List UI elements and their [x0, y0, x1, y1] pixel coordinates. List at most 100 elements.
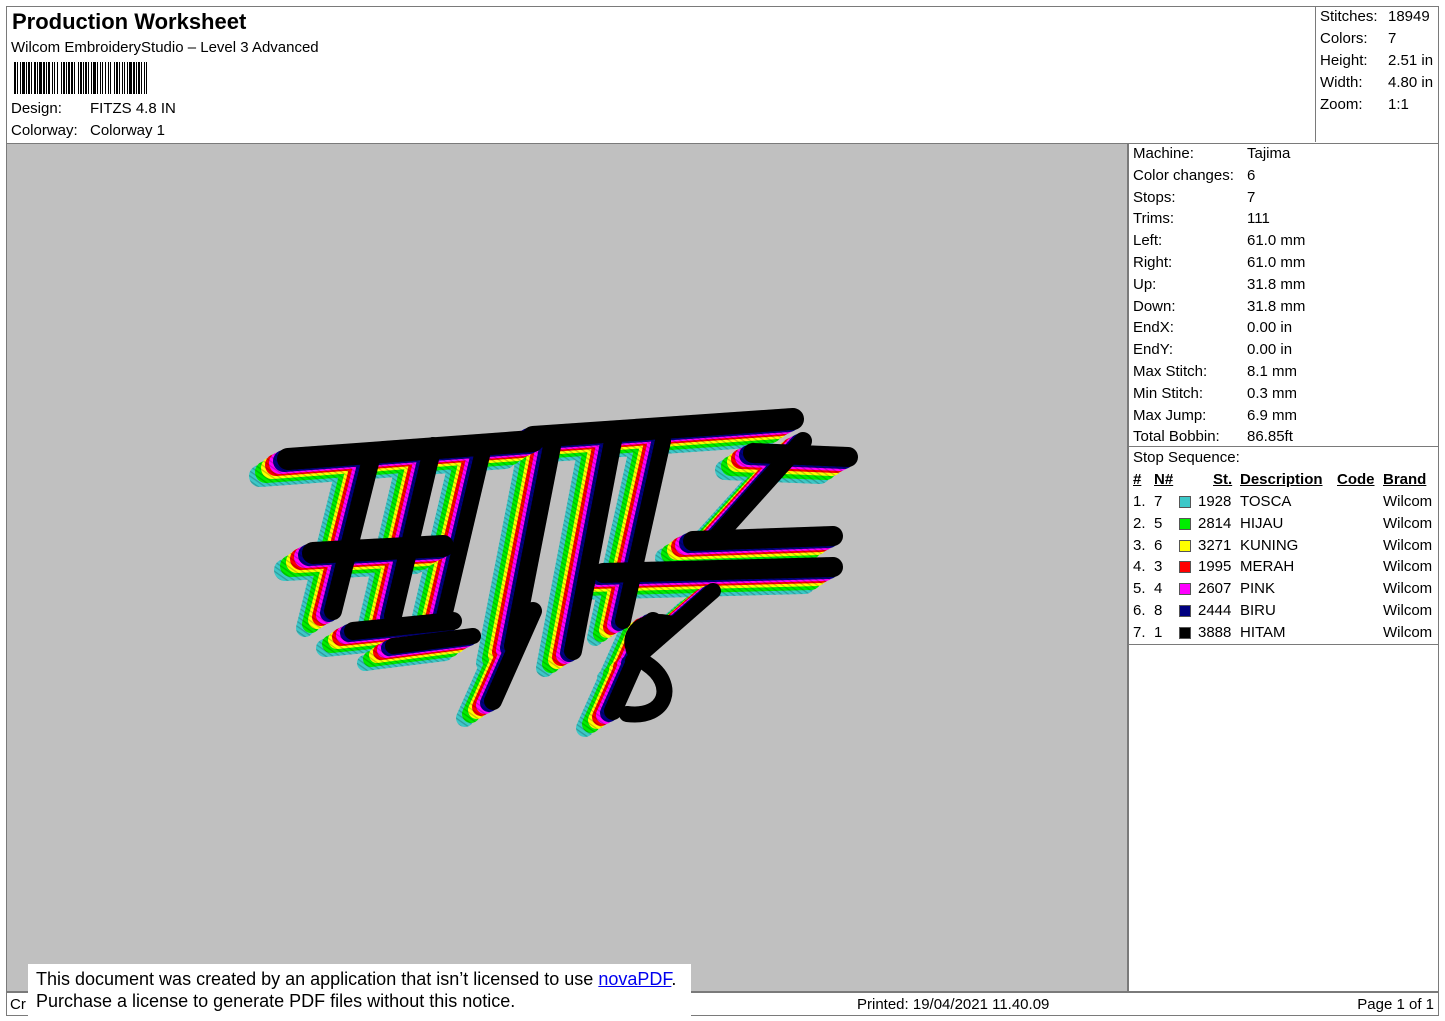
row-brand: Wilcom [1383, 602, 1433, 619]
col-header-stitches: St. [1213, 471, 1233, 488]
design-preview [6, 143, 1128, 992]
software-subtitle: Wilcom EmbroideryStudio – Level 3 Advanc… [11, 39, 319, 56]
stop-sequence-title: Stop Sequence: [1133, 449, 1240, 466]
stat-label: Stitches: [1320, 8, 1378, 25]
thread-color-swatch [1179, 605, 1191, 617]
thread-color-swatch [1179, 561, 1191, 574]
row-description: TOSCA [1240, 493, 1292, 510]
info-row: EndY: 0.00 in [1133, 341, 1292, 358]
info-label: Max Stitch: [1133, 363, 1208, 380]
row-num: 6. [1133, 602, 1146, 619]
design-row: Design: FITZS 4.8 IN [11, 100, 176, 117]
info-row: Up: 31.8 mm [1133, 276, 1305, 293]
row-num: 5. [1133, 580, 1146, 598]
info-label: Machine: [1133, 145, 1194, 162]
notice-text: This document was created by an applicat… [36, 969, 599, 989]
row-description: HIJAU [1240, 514, 1284, 532]
row-description: BIRU [1240, 602, 1276, 619]
row-num: 7. [1133, 623, 1146, 641]
stat-value: 1:1 [1388, 96, 1409, 113]
info-value: 0.3 mm [1247, 384, 1298, 402]
row-stitches: 2444 [1198, 602, 1232, 619]
row-brand: Wilcom [1383, 536, 1433, 554]
info-value: 86.85ft [1247, 428, 1293, 446]
stat-label: Width: [1320, 74, 1363, 91]
info-value: 7 [1247, 188, 1256, 206]
stats-panel: Stitches: 18949 Colors: 7 Height: 2.51 in W… [1315, 7, 1441, 142]
row-brand: Wilcom [1383, 623, 1433, 641]
stat-row: Height: 2.51 in [1320, 52, 1433, 69]
info-value: 31.8 mm [1247, 297, 1306, 315]
row-stitches: 3888 [1198, 623, 1232, 641]
info-value: 61.0 mm [1247, 254, 1306, 271]
colorway-label: Colorway: [11, 122, 78, 139]
stat-value: 2.51 in [1388, 52, 1434, 69]
info-value: 6 [1247, 166, 1256, 184]
license-notice: This document was created by an applicat… [28, 964, 691, 1017]
stat-label: Height: [1320, 52, 1368, 69]
novapdf-link[interactable]: novaPDF [598, 969, 671, 989]
info-label: Left: [1133, 232, 1163, 250]
info-label: Right: [1133, 254, 1173, 271]
stat-value: 18949 [1388, 8, 1430, 25]
notice-line-1: This document was created by an applicat… [36, 968, 691, 990]
colorway-value: Colorway 1 [90, 122, 166, 139]
stat-row: Colors: 7 [1320, 30, 1396, 47]
thread-color-swatch [1179, 539, 1191, 552]
info-row: Total Bobbin: 86.85ft [1133, 428, 1293, 445]
stat-value: 7 [1388, 30, 1397, 47]
info-value: 8.1 mm [1247, 363, 1298, 380]
stat-label: Colors: [1320, 30, 1368, 47]
row-needle: 1 [1154, 623, 1163, 641]
info-value: 61.0 mm [1247, 232, 1306, 250]
printed-timestamp: Printed: 19/04/2021 11.40.09 [857, 996, 1050, 1013]
stat-row: Width: 4.80 in [1320, 74, 1433, 91]
row-description: PINK [1240, 580, 1276, 598]
info-label: EndY: [1133, 341, 1174, 359]
row-needle: 5 [1154, 514, 1163, 532]
info-row: Max Jump: 6.9 mm [1133, 407, 1297, 424]
info-value: Tajima [1247, 145, 1291, 162]
row-brand: Wilcom [1383, 558, 1433, 576]
info-row: Color changes: 6 [1133, 167, 1255, 184]
col-header-code: Code [1337, 471, 1375, 488]
stat-row: Zoom: 1:1 [1320, 96, 1409, 113]
info-label: Up: [1133, 275, 1157, 293]
stat-label: Zoom: [1320, 96, 1363, 113]
info-value: 0.00 in [1247, 319, 1293, 337]
row-brand: Wilcom [1383, 493, 1433, 510]
info-row: Down: 31.8 mm [1133, 298, 1305, 315]
machine-info-panel: Machine: Tajima Color changes: 6 Stops: 7 Trim… [1128, 143, 1439, 992]
info-label: Stops: [1133, 188, 1176, 206]
row-stitches: 1995 [1198, 558, 1232, 576]
row-stitches: 3271 [1198, 536, 1232, 554]
worksheet-header: Production Worksheet Wilcom EmbroiderySt… [6, 6, 1439, 143]
row-description: KUNING [1240, 536, 1299, 554]
info-label: Max Jump: [1133, 406, 1207, 424]
info-label: Total Bobbin: [1133, 428, 1220, 446]
row-needle: 6 [1154, 536, 1163, 554]
row-stitches: 1928 [1198, 493, 1232, 510]
row-needle: 7 [1154, 493, 1163, 510]
info-row: Stops: 7 [1133, 189, 1255, 206]
row-num: 3. [1133, 536, 1146, 554]
row-needle: 4 [1154, 580, 1163, 598]
design-label: Design: [11, 100, 62, 117]
info-row: Min Stitch: 0.3 mm [1133, 385, 1297, 402]
page-title: Production Worksheet [12, 9, 247, 34]
info-label: Down: [1133, 297, 1176, 315]
row-needle: 8 [1154, 602, 1163, 619]
footer-left-text: Cr [10, 996, 26, 1013]
thread-color-swatch [1179, 496, 1191, 508]
info-row: Trims: 111 [1133, 210, 1270, 227]
colorway-row: Colorway: Colorway 1 [11, 122, 165, 139]
row-num: 2. [1133, 514, 1146, 532]
row-brand: Wilcom [1383, 580, 1433, 598]
info-value: 6.9 mm [1247, 406, 1298, 424]
col-header-needle: N# [1154, 471, 1174, 488]
info-row: EndX: 0.00 in [1133, 319, 1292, 336]
design-value: FITZS 4.8 IN [90, 100, 176, 117]
info-label: Trims: [1133, 210, 1175, 228]
row-description: MERAH [1240, 558, 1295, 576]
info-label: EndX: [1133, 319, 1174, 337]
